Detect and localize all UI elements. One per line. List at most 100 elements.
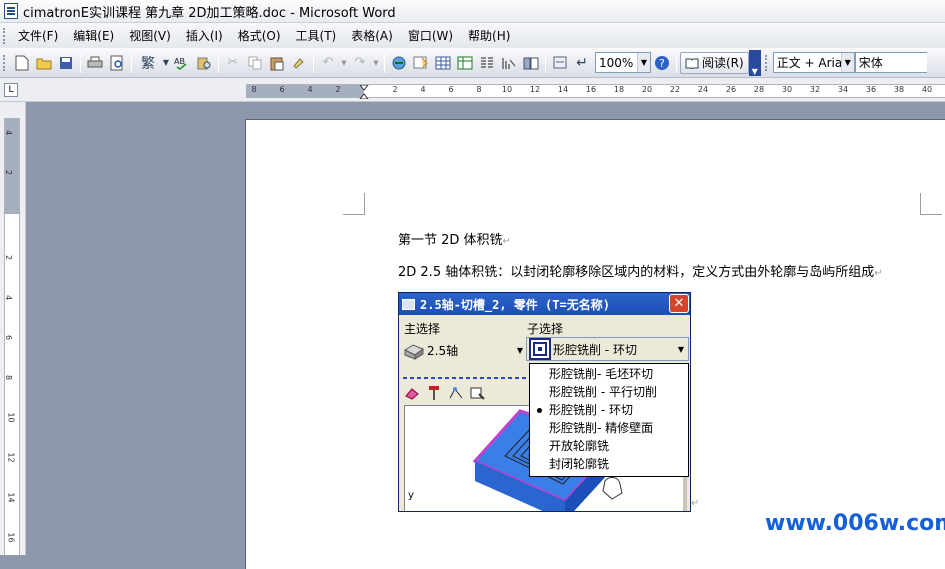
close-icon[interactable]: ✕ [669,294,689,313]
chevron-down-icon[interactable]: ▼ [840,53,854,72]
menu-table[interactable]: 表格(A) [344,25,401,46]
option-closed-profile[interactable]: 封闭轮廓铣 [530,455,688,473]
horizontal-ruler-area: L 8 6 4 2 2 4 6 8 10 12 14 16 18 20 22 2… [0,78,945,102]
redo-icon[interactable]: ↷ [349,52,371,74]
menu-view[interactable]: 视图(V) [122,25,179,46]
spelling-icon[interactable]: AB [171,52,193,74]
eraser-icon[interactable] [401,382,423,404]
menubar-grip[interactable] [3,27,7,44]
font-value: 宋体 [858,56,883,70]
document-map-icon[interactable] [520,52,542,74]
path-edit-icon[interactable] [445,382,467,404]
copy-icon[interactable] [244,52,266,74]
tables-borders-icon[interactable] [410,52,432,74]
option-rough-spiral[interactable]: 形腔铣削- 毛坯环切 [530,365,688,383]
read-mode-label: 阅读(R) [702,56,744,70]
chevron-down-icon[interactable]: ▼ [517,346,523,355]
menu-format[interactable]: 格式(O) [231,25,289,46]
menu-tools[interactable]: 工具(T) [289,25,345,46]
ruler-tick: 4 [4,294,14,301]
ruler-tick: 8 [476,85,482,94]
svg-text:AB: AB [174,57,185,66]
chevron-down-icon[interactable]: ▼ [637,53,650,72]
new-document-icon[interactable] [11,52,33,74]
tool-icon[interactable] [423,382,445,404]
chevron-down-icon[interactable]: ▼ [161,52,171,74]
option-finish-wall[interactable]: 形腔铣削- 精修壁面 [530,419,688,437]
formatting-toolbar-grip[interactable] [764,54,769,71]
title-bar: cimatronE实训课程 第九章 2D加工策略.doc - Microsoft… [0,0,945,23]
thumbnail-icon[interactable] [549,52,571,74]
chevron-down-icon[interactable]: ▼ [678,345,684,354]
show-hide-marks-icon[interactable]: ↵ [571,52,593,74]
option-spiral-selected[interactable]: 形腔铣削 - 环切 [530,401,688,419]
insert-table-icon[interactable] [432,52,454,74]
ruler-tick: 22 [669,85,681,94]
paragraph-body[interactable]: 2D 2.5 轴体积铣：以封闭轮廓移除区域内的材料，定义方式由外轮廓与岛屿所组成… [398,261,883,280]
zoom-combo[interactable]: 100% ▼ [595,52,651,73]
word-document-icon [4,3,18,19]
ruler-tick: 8 [4,374,14,381]
undo-icon[interactable]: ↶ [317,52,339,74]
menu-insert[interactable]: 插入(I) [179,25,231,46]
paste-icon[interactable] [266,52,288,74]
ruler-tick: 10 [501,85,513,94]
option-parallel[interactable]: 形腔铣削 - 平行切削 [530,383,688,401]
margin-corner-mark [343,193,365,215]
ruler-tick: 16 [585,85,597,94]
toolbar-grip[interactable] [3,54,7,71]
tab-selector[interactable]: L [4,83,18,97]
menu-help[interactable]: 帮助(H) [461,25,518,46]
paragraph-heading[interactable]: 第一节 2D 体积铣↵ [398,229,511,248]
cut-icon[interactable]: ✂ [222,52,244,74]
style-combo[interactable]: 正文 + Aria ▼ [772,52,855,73]
ruler-tick: 24 [697,85,709,94]
ruler-margin [246,85,364,97]
main-selection-combo[interactable]: 2.5轴 ▼ [403,339,525,361]
menu-window[interactable]: 窗口(W) [401,25,461,46]
font-combo[interactable]: 宋体 [854,52,927,73]
ruler-tick: 38 [893,85,905,94]
drawing-icon[interactable] [498,52,520,74]
main-selection-value: 2.5轴 [427,343,459,358]
print-icon[interactable] [84,52,106,74]
style-value: 正文 + Aria [776,56,843,70]
research-icon[interactable] [193,52,215,74]
option-open-profile[interactable]: 开放轮廓铣 [530,437,688,455]
indent-marker[interactable] [359,85,369,99]
chevron-down-icon[interactable]: ▼ [371,52,381,74]
ruler-tick: 36 [865,85,877,94]
format-painter-icon[interactable] [288,52,310,74]
ruler-tick: 6 [279,85,285,94]
toolbar-separator [131,52,132,73]
menu-edit[interactable]: 编辑(E) [66,25,122,46]
read-mode-button[interactable]: 阅读(R) [680,51,749,74]
window-title: cimatronE实训课程 第九章 2D加工策略.doc - Microsoft… [23,5,396,21]
vertical-ruler[interactable]: 4 2 2 4 6 8 10 12 14 16 [4,118,20,555]
parameters-icon[interactable] [467,382,489,404]
help-icon[interactable]: ? [651,52,673,74]
toolbar-separator [384,52,385,73]
toolbar-separator [218,52,219,73]
ruler-tick: 4 [4,129,14,136]
pocket-spiral-icon [529,338,551,360]
open-folder-icon[interactable] [33,52,55,74]
main-selection-label: 主选择 [404,322,441,336]
option-label: 形腔铣削 - 平行切削 [549,385,657,399]
chevron-down-icon[interactable]: ▼ [339,52,349,74]
svg-text:?: ? [659,57,665,70]
save-icon[interactable] [55,52,77,74]
columns-icon[interactable] [476,52,498,74]
hyperlink-icon[interactable] [388,52,410,74]
horizontal-ruler[interactable]: 8 6 4 2 2 4 6 8 10 12 14 16 18 20 22 24 … [246,84,945,99]
menu-file[interactable]: 文件(F) [11,25,66,46]
sub-selection-combo[interactable]: 形腔铣削 - 环切 ▼ [526,337,689,361]
insert-excel-icon[interactable] [454,52,476,74]
print-preview-icon[interactable] [106,52,128,74]
traditional-chinese-button[interactable]: 繁 [135,52,161,74]
standard-toolbar: 繁 ▼ AB ✂ ↶ ▼ ↷ ▼ ↵ 100% ▼ ? 阅读(R) ▼ 正文 +… [0,48,945,78]
ruler-tick: 10 [6,412,16,423]
toolbar-options-icon[interactable]: ▼ [748,49,761,76]
ruler-tick: 32 [809,85,821,94]
ruler-tick: 26 [725,85,737,94]
